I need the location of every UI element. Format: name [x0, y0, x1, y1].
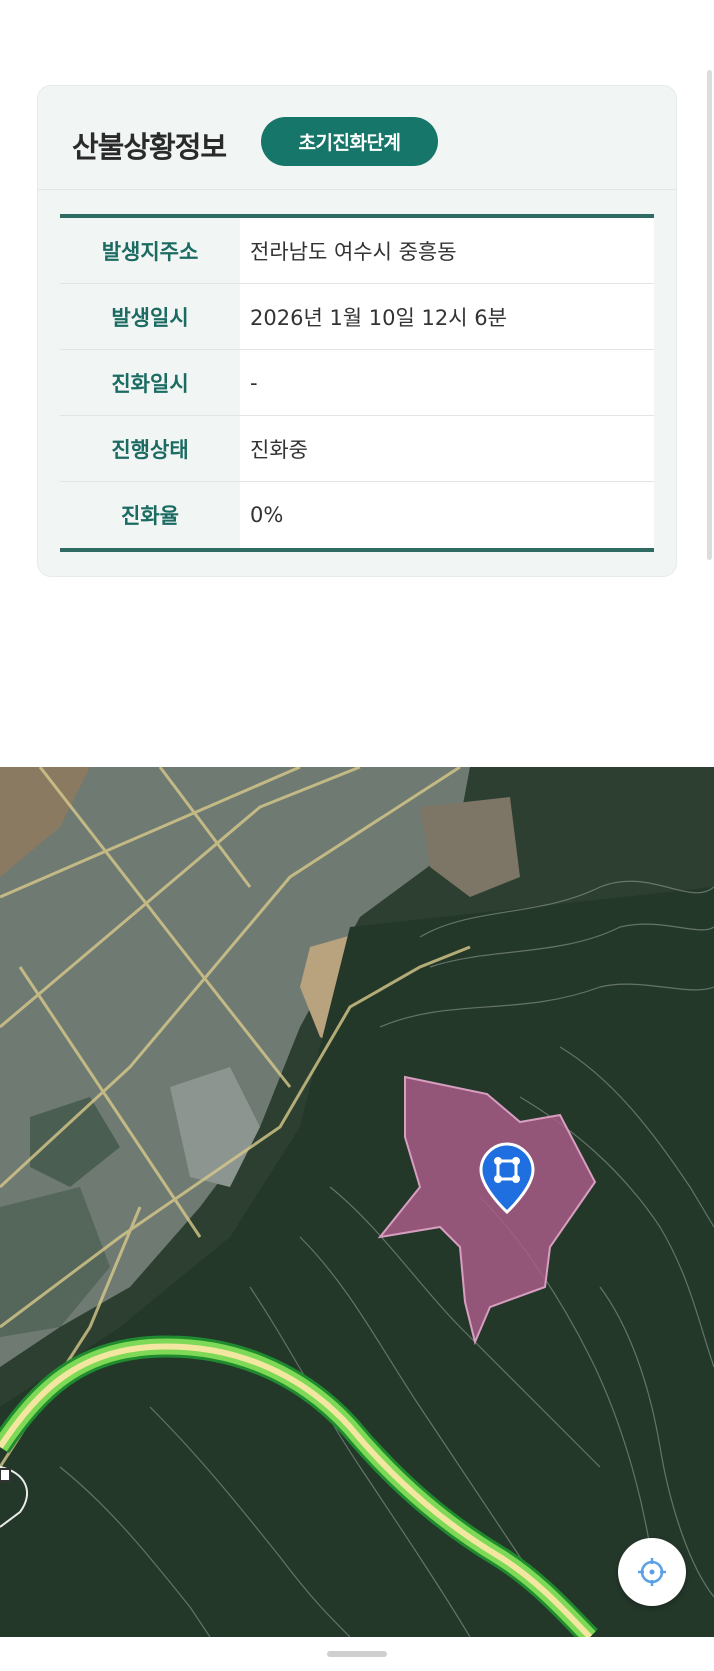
row-value: 0% [240, 482, 654, 548]
row-value: - [240, 350, 654, 415]
row-label: 진행상태 [60, 416, 240, 481]
table-row-start-time: 발생일시 2026년 1월 10일 12시 6분 [60, 284, 654, 350]
row-label: 발생일시 [60, 284, 240, 349]
locate-button[interactable] [618, 1538, 686, 1606]
card-header: 산불상황정보 초기진화단계 [38, 86, 676, 190]
sheet-drag-handle[interactable] [327, 1651, 387, 1657]
crosshair-icon [638, 1558, 666, 1586]
row-value: 2026년 1월 10일 12시 6분 [240, 284, 654, 349]
row-value: 진화중 [240, 416, 654, 481]
table-row-extinguish-time: 진화일시 - [60, 350, 654, 416]
table-row-progress-status: 진행상태 진화중 [60, 416, 654, 482]
scrollbar[interactable] [707, 70, 712, 560]
row-label: 진화일시 [60, 350, 240, 415]
row-label: 진화율 [60, 482, 240, 548]
table-row-address: 발생지주소 전라남도 여수시 중흥동 [60, 218, 654, 284]
row-value: 전라남도 여수시 중흥동 [240, 218, 654, 283]
card-title: 산불상황정보 [72, 130, 227, 164]
row-label: 발생지주소 [60, 218, 240, 283]
map-canvas[interactable] [0, 767, 714, 1637]
status-badge: 초기진화단계 [261, 117, 438, 166]
fire-status-card: 산불상황정보 초기진화단계 발생지주소 전라남도 여수시 중흥동 발생일시 20… [37, 85, 677, 577]
bottom-sheet[interactable] [0, 1637, 714, 1671]
table-row-containment-rate: 진화율 0% [60, 482, 654, 548]
satellite-map[interactable] [0, 767, 714, 1637]
info-table: 발생지주소 전라남도 여수시 중흥동 발생일시 2026년 1월 10일 12시… [60, 214, 654, 552]
